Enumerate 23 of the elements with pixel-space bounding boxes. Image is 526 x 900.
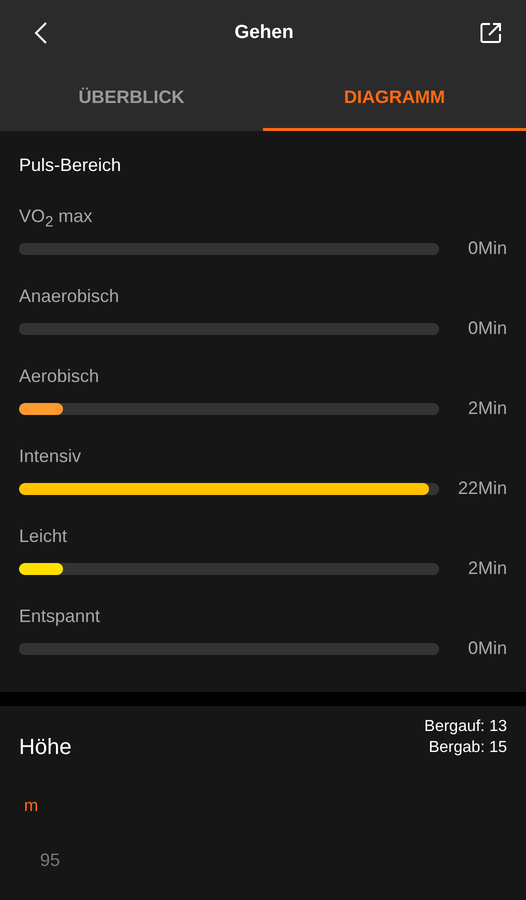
zone-label: Anaerobisch — [19, 285, 120, 308]
uphill-value: Bergauf: 13 — [424, 717, 507, 737]
tab[interactable]: DIAGRAMM — [263, 66, 526, 131]
back-icon[interactable] — [34, 21, 48, 45]
section-title: Puls-Bereich — [19, 155, 122, 176]
zone-label: Aerobisch — [19, 365, 100, 388]
duration-value: 22Min — [456, 478, 507, 499]
section-title: Höhe — [19, 734, 72, 760]
duration-value: 0Min — [466, 238, 507, 259]
axis-tick-label: 95 — [40, 850, 60, 871]
zone-label: Intensiv — [19, 445, 82, 468]
zone-label: VO$_{2}$ max — [19, 205, 92, 230]
axis-unit: m — [24, 796, 38, 816]
duration-value: 0Min — [466, 318, 507, 339]
duration-value: 2Min — [466, 558, 507, 579]
duration-value: 0Min — [466, 638, 507, 659]
window-title: Gehen — [234, 22, 294, 44]
zone-label: Entspannt — [19, 605, 100, 628]
tab[interactable]: ÜBERBLICK — [0, 66, 263, 131]
duration-value: 2Min — [466, 398, 507, 419]
zone-label: Leicht — [19, 525, 68, 548]
downhill-value: Bergab: 15 — [428, 738, 507, 758]
share-icon[interactable] — [480, 22, 502, 44]
